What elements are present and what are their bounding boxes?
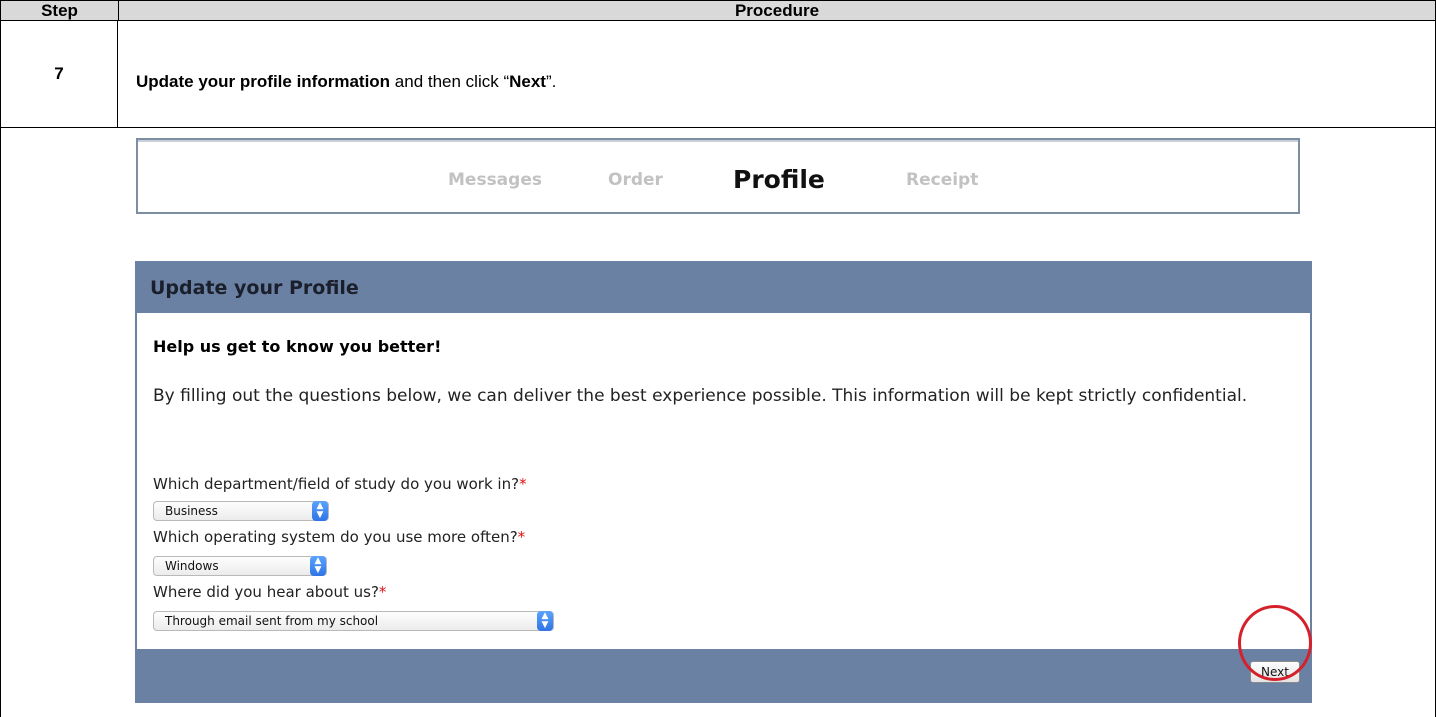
- panel-header: Update your Profile: [137, 263, 1310, 313]
- chevron-up-down-icon: ▲ ▼: [310, 556, 326, 576]
- department-select[interactable]: Business ▲ ▼: [153, 501, 329, 521]
- nav-item-messages[interactable]: Messages: [448, 170, 542, 190]
- chevron-up-down-icon: ▲ ▼: [312, 501, 328, 521]
- question-text: Where did you hear about us?: [153, 583, 379, 601]
- intro-heading: Help us get to know you better!: [153, 337, 442, 356]
- step-row: 7 Update your profile information and th…: [0, 20, 1436, 128]
- instruction-bold: Update your profile information: [136, 72, 391, 91]
- os-select[interactable]: Windows ▲ ▼: [153, 556, 327, 576]
- intro-paragraph: By filling out the questions below, we c…: [153, 386, 1248, 406]
- panel-body: Help us get to know you better! By filli…: [137, 313, 1310, 648]
- highlight-circle: [1238, 605, 1312, 681]
- step-instruction: Update your profile information and then…: [136, 72, 556, 92]
- nav-item-profile[interactable]: Profile: [733, 165, 825, 194]
- step-navigation: Messages Order Profile Receipt: [136, 138, 1300, 214]
- question-label-os: Which operating system do you use more o…: [153, 528, 525, 546]
- chevron-up-down-icon: ▲ ▼: [537, 611, 553, 631]
- header-procedure: Procedure: [734, 1, 820, 20]
- instruction-next: Next: [509, 72, 546, 91]
- nav-item-order[interactable]: Order: [608, 170, 663, 190]
- instruction-mid: and then click “: [390, 72, 510, 91]
- panel-title: Update your Profile: [150, 277, 359, 299]
- select-value: Business: [165, 504, 218, 518]
- required-mark: *: [519, 475, 527, 493]
- required-mark: *: [378, 583, 387, 601]
- header-step: Step: [1, 1, 119, 20]
- question-text: Which operating system do you use more o…: [153, 528, 518, 546]
- select-value: Through email sent from my school: [165, 614, 379, 628]
- instruction-end: ”.: [545, 72, 557, 91]
- required-mark: *: [517, 528, 526, 546]
- nav-top-bar: [138, 140, 1298, 142]
- referral-select[interactable]: Through email sent from my school ▲ ▼: [153, 611, 554, 631]
- question-label-referral: Where did you hear about us?*: [153, 583, 386, 601]
- step-number: 7: [1, 20, 118, 127]
- question-text: Which department/field of study do you w…: [153, 475, 520, 493]
- question-label-department: Which department/field of study do you w…: [153, 475, 527, 493]
- panel-footer: Next: [137, 649, 1310, 701]
- select-value: Windows: [165, 559, 219, 573]
- profile-panel: Update your Profile Help us get to know …: [135, 261, 1312, 703]
- table-header-row: Step Procedure: [0, 0, 1436, 21]
- nav-item-receipt[interactable]: Receipt: [906, 170, 978, 190]
